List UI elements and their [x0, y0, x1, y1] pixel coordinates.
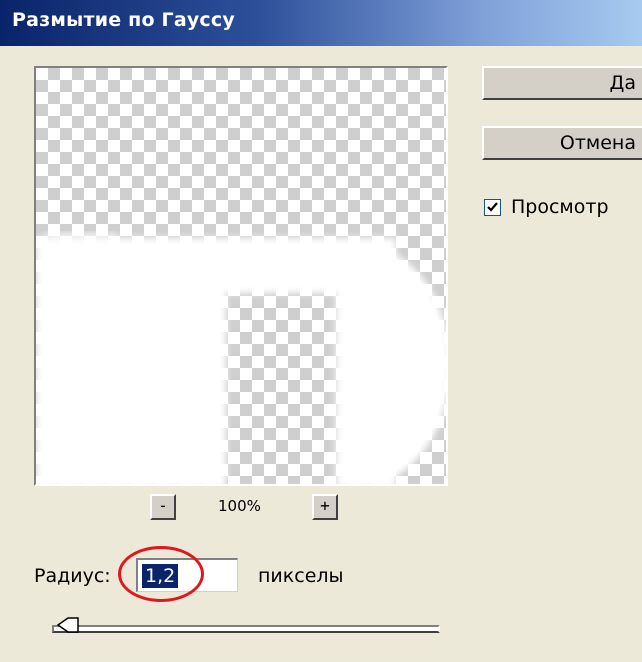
- dialog-title: Размытие по Гауссу: [12, 9, 235, 31]
- preview-area[interactable]: [34, 66, 448, 486]
- blurred-letter-preview: [36, 233, 446, 484]
- cancel-button[interactable]: Отмена: [482, 126, 642, 160]
- zoom-out-button[interactable]: -: [150, 494, 176, 520]
- preview-checkbox-label: Просмотр: [511, 196, 609, 218]
- radius-label: Радиус:: [34, 565, 111, 587]
- radius-slider-track[interactable]: [52, 625, 440, 633]
- gaussian-blur-dialog: Размытие по Гауссу Да Отмена Просмотр - …: [0, 0, 642, 662]
- zoom-in-button[interactable]: +: [312, 494, 338, 520]
- checkmark-icon: [487, 201, 498, 212]
- ok-button[interactable]: Да: [482, 66, 642, 100]
- preview-checkbox[interactable]: [484, 198, 501, 216]
- radius-slider-thumb[interactable]: [52, 615, 82, 635]
- zoom-level: 100%: [218, 497, 261, 515]
- units-label: пикселы: [258, 565, 344, 587]
- preview-checkbox-row[interactable]: Просмотр: [484, 196, 609, 218]
- red-highlight-circle: [118, 546, 204, 602]
- title-bar[interactable]: Размытие по Гауссу: [0, 0, 642, 46]
